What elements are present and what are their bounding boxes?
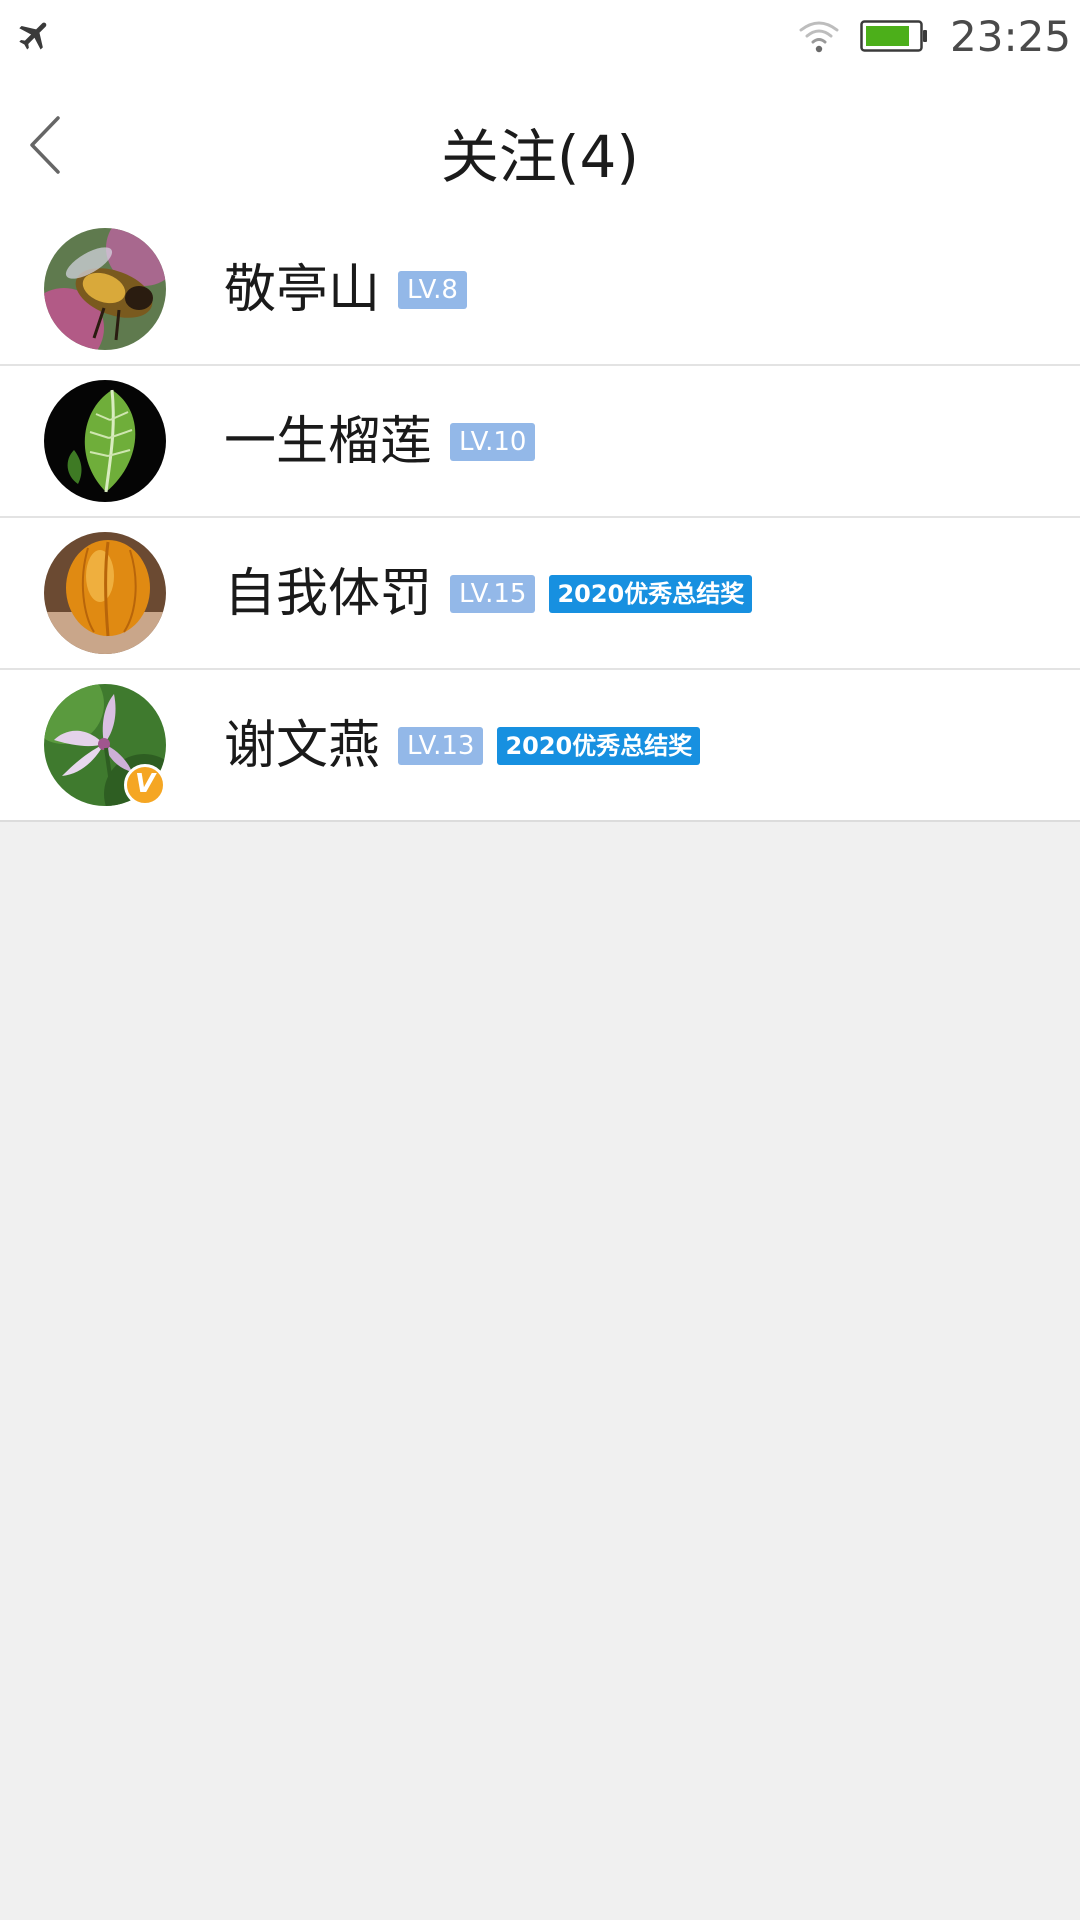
avatar[interactable] [44, 380, 166, 502]
verified-badge-icon: V [124, 764, 166, 806]
user-name: 谢文燕 [224, 716, 381, 776]
award-badge: 2020优秀总结奖 [549, 575, 753, 613]
airplane-icon [19, 22, 47, 50]
list-item[interactable]: V 谢文燕 LV.13 2020优秀总结奖 [0, 670, 1080, 822]
level-badge: LV.15 [450, 575, 536, 613]
status-bar: 23:25 [0, 0, 1080, 74]
list-item[interactable]: 一生榴莲 LV.10 [0, 366, 1080, 518]
clock: 23:25 [950, 12, 1072, 61]
user-name-row: 一生榴莲 LV.10 [224, 410, 536, 474]
wifi-icon [799, 21, 839, 53]
user-name-row: 自我体罚 LV.15 2020优秀总结奖 [224, 562, 753, 626]
user-name: 敬亭山 [224, 260, 381, 320]
fruit-avatar-image [44, 532, 166, 654]
page-title: 关注(4) [440, 123, 640, 191]
level-badge: LV.10 [450, 423, 536, 461]
user-name: 一生榴莲 [224, 412, 433, 472]
list-item[interactable]: 敬亭山 LV.8 [0, 214, 1080, 366]
following-screen: 23:25 关注(4) 敬亭山 LV.8 一生榴莲 LV.10 自我体罚 LV.… [0, 0, 1080, 1920]
avatar[interactable] [44, 228, 166, 350]
list-item[interactable]: 自我体罚 LV.15 2020优秀总结奖 [0, 518, 1080, 670]
avatar[interactable] [44, 532, 166, 654]
battery-icon [860, 20, 927, 52]
nav-bar: 关注(4) [0, 74, 1080, 222]
user-name: 自我体罚 [224, 564, 433, 624]
following-list: 敬亭山 LV.8 一生榴莲 LV.10 自我体罚 LV.15 2020优秀总结奖… [0, 214, 1080, 822]
user-name-row: 谢文燕 LV.13 2020优秀总结奖 [224, 714, 701, 778]
leaf-avatar-image [44, 380, 166, 502]
level-badge: LV.13 [398, 727, 484, 765]
award-badge: 2020优秀总结奖 [497, 727, 701, 765]
level-badge: LV.8 [398, 271, 467, 309]
bee-avatar-image [44, 228, 166, 350]
user-name-row: 敬亭山 LV.8 [224, 258, 467, 322]
